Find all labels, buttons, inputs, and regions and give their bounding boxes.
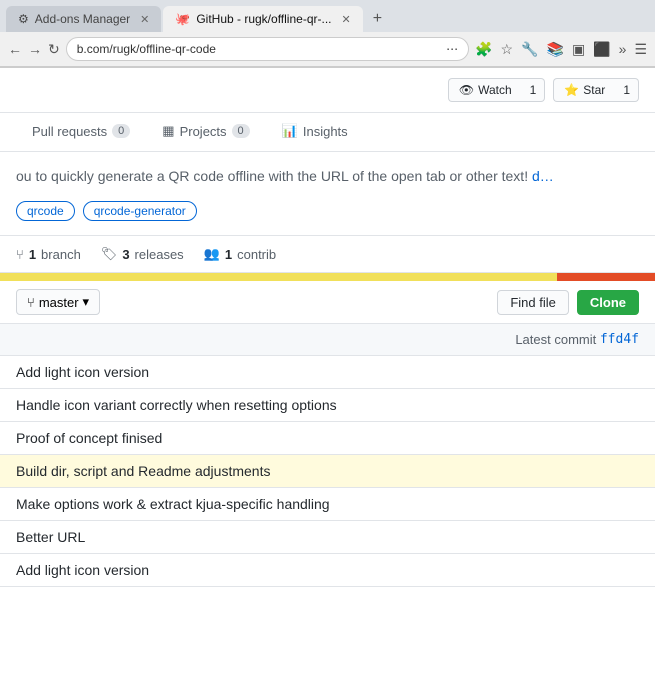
toolbar-icons-right: 🧩 ☆ 🔧 📚 ▣ ⬛ » ☰ [475,41,647,58]
sidebar-icon[interactable]: ▣ [572,41,585,58]
contributors-icon: 👥 [204,246,220,262]
reload-icon[interactable]: ↻ [48,41,60,58]
github-tab-close[interactable]: ✕ [342,13,351,26]
tag-qrcode-generator[interactable]: qrcode-generator [83,201,197,221]
url-bar[interactable]: b.com/rugk/offline-qr-code ⋯ [66,37,469,61]
nav-pull-requests[interactable]: Pull requests 0 [16,114,146,151]
releases-stat[interactable]: 🏷 3 releases [101,246,204,262]
new-tab-button[interactable]: + [365,6,390,32]
pull-requests-badge: 0 [112,124,130,138]
releases-label: releases [135,247,184,262]
overflow-icon[interactable]: » [619,41,627,57]
tag-releases-icon: 🏷 [101,246,118,262]
qr-icon[interactable]: ⬛ [593,41,610,58]
watch-button[interactable]: 👁 Watch [448,78,522,102]
star-label: Star [583,83,605,97]
addons-favicon: ⚙ [18,12,29,26]
repo-header: 👁 Watch 1 ⭐ Star 1 [0,68,655,113]
clone-button[interactable]: Clone [577,290,639,315]
tools-icon[interactable]: 🔧 [521,41,538,58]
commit-hash[interactable]: ffd4f [600,332,639,347]
file-row[interactable]: Better URL [0,521,655,554]
file-name: Add light icon version [16,364,639,380]
watch-count[interactable]: 1 [522,78,546,102]
lang-javascript [0,273,557,281]
extensions-icon[interactable]: 🧩 [475,41,492,58]
toolbar: ← → ↻ b.com/rugk/offline-qr-code ⋯ 🧩 ☆ 🔧… [0,32,655,67]
addons-tab-label: Add-ons Manager [35,12,130,26]
forward-icon[interactable]: → [28,41,42,57]
nav-projects[interactable]: ▦ Projects 0 [146,113,265,151]
watch-group: 👁 Watch 1 [448,78,545,102]
contributors-label: contrib [237,247,276,262]
language-bar [0,273,655,281]
insights-label: Insights [303,124,348,139]
releases-count: 3 [122,247,129,262]
projects-label: Projects [180,124,227,139]
github-favicon: 🐙 [175,12,190,26]
lang-html [557,273,655,281]
file-row[interactable]: Proof of concept finised [0,422,655,455]
file-row[interactable]: Add light icon version [0,356,655,389]
file-name: Make options work & extract kjua-specifi… [16,496,639,512]
latest-commit-label: Latest commit [515,332,596,347]
file-row-highlighted[interactable]: Build dir, script and Readme adjustments [0,455,655,488]
insights-icon: 📊 [282,123,298,139]
repo-description: ou to quickly generate a QR code offline… [0,152,655,201]
star-button[interactable]: ⭐ Star [553,78,615,102]
file-name: Better URL [16,529,639,545]
contributors-count: 1 [225,247,232,262]
file-row[interactable]: Handle icon variant correctly when reset… [0,389,655,422]
branch-selector-label: master [39,295,79,310]
file-row[interactable]: Add light icon version [0,554,655,587]
github-tab-label: GitHub - rugk/offline-qr-... [196,12,331,26]
tab-bar: ⚙ Add-ons Manager ✕ 🐙 GitHub - rugk/offl… [0,0,655,32]
nav-insights[interactable]: 📊 Insights [266,113,364,151]
file-name: Build dir, script and Readme adjustments [16,463,639,479]
file-name: Add light icon version [16,562,639,578]
contributors-stat[interactable]: 👥 1 contrib [204,246,296,262]
find-file-button[interactable]: Find file [497,290,569,315]
branch-count: 1 [29,247,36,262]
url-menu-icon: ⋯ [446,42,458,56]
eye-icon: 👁 [459,83,474,97]
menu-icon[interactable]: ☰ [634,41,647,58]
projects-badge: 0 [232,124,250,138]
commit-bar: Latest commit ffd4f [0,324,655,356]
description-text: ou to quickly generate a QR code offline… [16,168,528,184]
branch-selector-icon: ⑂ [27,295,35,310]
star-group: ⭐ Star 1 [553,78,639,102]
library-icon[interactable]: 📚 [547,41,564,58]
repo-tags: qrcode qrcode-generator [0,201,655,235]
read-more-link[interactable]: d… [532,168,554,184]
star-count[interactable]: 1 [615,78,639,102]
code-toolbar: ⑂ master ▾ Find file Clone [0,281,655,324]
browser-chrome: ⚙ Add-ons Manager ✕ 🐙 GitHub - rugk/offl… [0,0,655,68]
tag-qrcode[interactable]: qrcode [16,201,75,221]
back-icon[interactable]: ← [8,41,22,57]
file-name: Proof of concept finised [16,430,639,446]
branches-stat[interactable]: ⑂ 1 branch [16,247,101,262]
file-list: Add light icon version Handle icon varia… [0,356,655,587]
branch-icon: ⑂ [16,247,24,262]
branch-selector[interactable]: ⑂ master ▾ [16,289,100,315]
url-text: b.com/rugk/offline-qr-code [77,42,216,56]
repo-stats: ⑂ 1 branch 🏷 3 releases 👥 1 contrib [0,235,655,273]
repo-nav: Pull requests 0 ▦ Projects 0 📊 Insights [0,113,655,152]
branch-label: branch [41,247,81,262]
pull-requests-label: Pull requests [32,124,107,139]
file-name: Handle icon variant correctly when reset… [16,397,639,413]
tab-addons[interactable]: ⚙ Add-ons Manager ✕ [6,6,161,32]
star-icon: ⭐ [564,83,579,97]
bookmark-icon[interactable]: ☆ [501,41,514,58]
tab-github[interactable]: 🐙 GitHub - rugk/offline-qr-... ✕ [163,6,362,32]
chevron-down-icon: ▾ [83,294,90,310]
addons-tab-close[interactable]: ✕ [140,13,149,26]
file-row[interactable]: Make options work & extract kjua-specifi… [0,488,655,521]
projects-icon: ▦ [162,123,174,139]
page-content: 👁 Watch 1 ⭐ Star 1 Pull requests 0 ▦ Pro… [0,68,655,587]
watch-label: Watch [478,83,512,97]
